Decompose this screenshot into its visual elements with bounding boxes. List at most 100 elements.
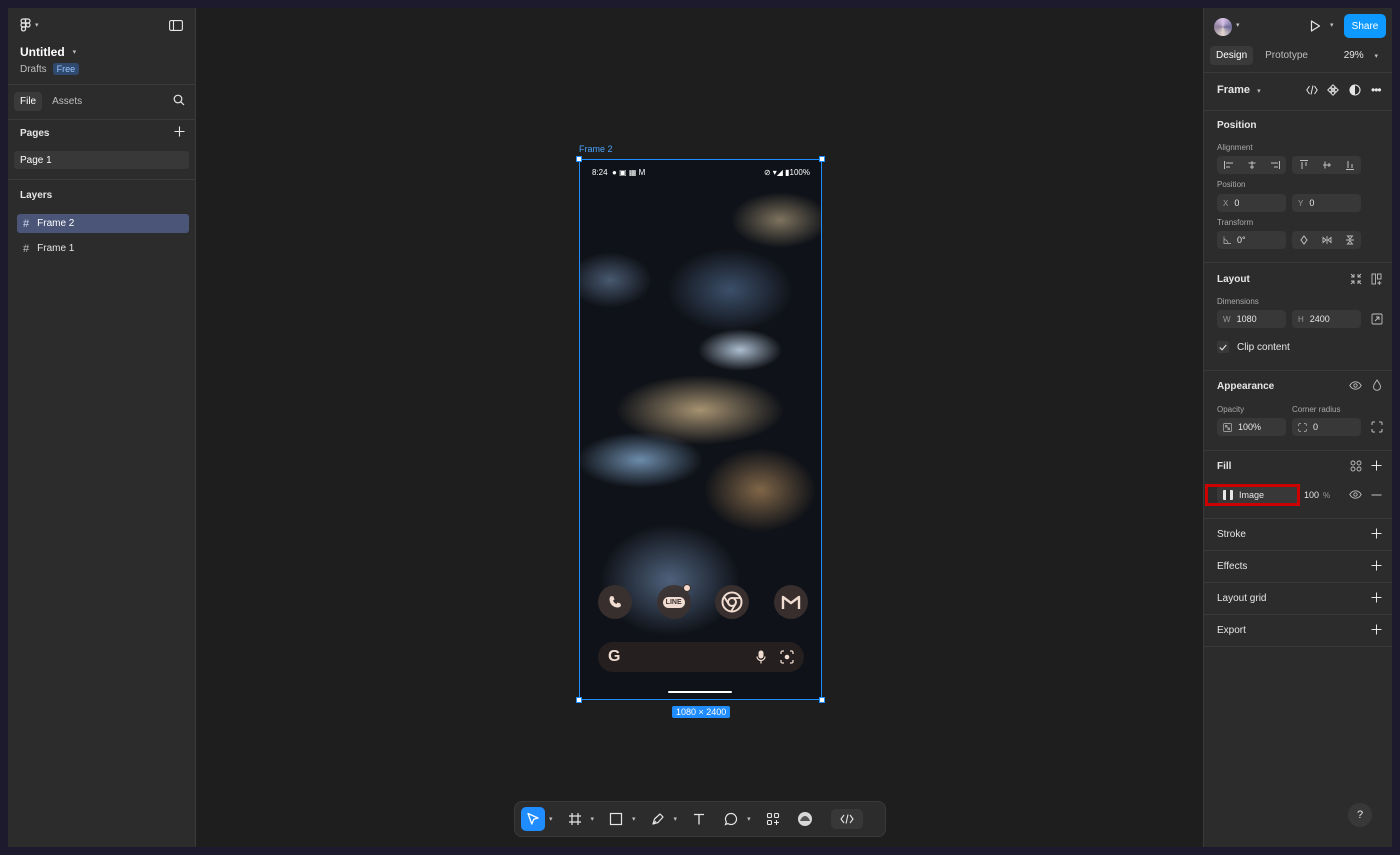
canvas[interactable]: Frame 2 8:24 ● ▣ ▦ M ⊘ ▾◢ ▮100% LINE G 1… [196,8,1203,847]
clip-content-checkbox[interactable]: Clip content [1217,341,1290,353]
frame-label[interactable]: Frame 2 [579,144,613,154]
resize-handle[interactable] [576,156,582,162]
resize-to-fit-icon[interactable] [1350,273,1362,285]
position-label: Position [1217,180,1246,189]
auto-layout-icon[interactable] [1371,273,1383,285]
corner-radius-input[interactable]: 0 [1292,418,1361,436]
google-logo-icon: G [608,648,621,665]
chevron-down-icon: ▾ [72,49,77,56]
move-tool-icon[interactable] [521,807,545,831]
page-item[interactable]: Page 1 [14,151,189,169]
align-center-horizontal-icon[interactable] [1240,156,1263,174]
effects-heading[interactable]: Effects [1217,561,1247,572]
layout-grid-heading[interactable]: Layout grid [1217,593,1266,604]
add-stroke-icon[interactable] [1371,528,1382,539]
blend-mode-icon[interactable] [1372,379,1382,391]
chrome-icon[interactable] [715,585,750,619]
styles-grid-icon[interactable] [1350,460,1362,472]
remove-fill-icon[interactable] [1371,494,1382,496]
add-export-icon[interactable] [1371,624,1382,635]
left-panel: ▾ Untitled ▾ Drafts Free File Assets Pag… [8,8,196,847]
frame-tool-icon[interactable] [563,807,587,831]
chevron-down-icon[interactable]: ▾ [632,815,636,823]
vertical-alignment-group [1292,156,1361,174]
chevron-down-icon[interactable]: ▾ [591,815,595,823]
chevron-down-icon[interactable]: ▾ [1236,21,1240,29]
phone-icon[interactable] [598,585,632,619]
add-effect-icon[interactable] [1371,560,1382,571]
zoom-menu[interactable]: 29% ▾ [1344,50,1378,61]
add-page-icon[interactable] [174,126,185,137]
plugin-avatar-icon[interactable] [793,807,817,831]
rotation-value: 0° [1237,235,1246,245]
gmail-icon[interactable] [773,585,808,619]
lens-camera-icon[interactable] [780,650,794,664]
resize-handle[interactable] [576,697,582,703]
layer-frame-1[interactable]: # Frame 1 [17,239,189,258]
eye-icon[interactable] [1349,381,1362,390]
left-tabs: File Assets [14,92,88,111]
height-input[interactable]: H 2400 [1292,310,1361,328]
chevron-down-icon[interactable]: ▾ [747,815,751,823]
constrain-proportions-icon[interactable] [1371,313,1383,325]
width-input[interactable]: W 1080 [1217,310,1286,328]
x-position-input[interactable]: X 0 [1217,194,1286,212]
y-position-input[interactable]: Y 0 [1292,194,1361,212]
align-center-vertical-icon[interactable] [1315,156,1338,174]
more-options-icon[interactable]: ••• [1371,83,1382,97]
selection-type-menu[interactable]: Frame ▾ [1217,84,1261,96]
dev-mode-toggle[interactable] [830,809,863,829]
resize-handle[interactable] [819,697,825,703]
component-icon[interactable] [1327,84,1339,96]
rotation-input[interactable]: 0° [1217,231,1286,249]
microphone-icon[interactable] [756,650,766,664]
chevron-down-icon[interactable]: ▾ [549,815,553,823]
tab-prototype[interactable]: Prototype [1259,46,1314,65]
flip-vertical-icon[interactable] [1338,231,1361,249]
google-search-bar[interactable]: G [598,642,804,672]
tab-assets[interactable]: Assets [46,92,88,111]
align-bottom-icon[interactable] [1338,156,1361,174]
layer-frame-2[interactable]: # Frame 2 [17,214,189,233]
add-layout-grid-icon[interactable] [1371,592,1382,603]
tab-file[interactable]: File [14,92,43,111]
present-play-icon[interactable] [1310,20,1321,32]
frame-2[interactable]: 8:24 ● ▣ ▦ M ⊘ ▾◢ ▮100% LINE G [579,159,822,700]
drafts-link[interactable]: Drafts [20,64,47,75]
fill-visibility-eye-icon[interactable] [1349,490,1362,499]
fill-opacity-input[interactable]: 100 % [1298,486,1336,504]
chevron-down-icon[interactable]: ▾ [674,815,678,823]
flip-horizontal-icon[interactable] [1315,231,1338,249]
add-fill-icon[interactable] [1371,460,1382,471]
main-menu-button[interactable]: ▾ [20,18,39,32]
actions-tool-icon[interactable] [761,807,785,831]
align-left-icon[interactable] [1217,156,1240,174]
independent-corners-icon[interactable] [1371,421,1383,433]
sidebar-toggle-icon[interactable] [169,20,183,31]
stroke-heading[interactable]: Stroke [1217,529,1246,540]
code-icon[interactable] [1306,85,1318,95]
mask-icon[interactable] [1349,84,1361,96]
opacity-label: Opacity [1217,405,1245,414]
text-tool-icon[interactable] [687,807,711,831]
line-app-icon[interactable]: LINE [656,584,691,619]
opacity-input[interactable]: 100% [1217,418,1286,436]
rotate-icon[interactable] [1292,231,1315,249]
search-icon[interactable] [173,94,185,106]
opacity-value: 100% [1238,422,1262,432]
comment-tool-icon[interactable] [719,807,743,831]
help-button[interactable]: ? [1348,803,1372,827]
file-title[interactable]: Untitled ▾ [20,45,76,59]
align-top-icon[interactable] [1292,156,1315,174]
plan-badge[interactable]: Free [52,63,80,75]
fill-opacity-value: 100 [1304,490,1320,500]
pen-tool-icon[interactable] [646,807,670,831]
share-button[interactable]: Share [1344,14,1386,38]
resize-handle[interactable] [819,156,825,162]
export-heading[interactable]: Export [1217,625,1246,636]
user-avatar[interactable] [1214,18,1232,36]
chevron-down-icon[interactable]: ▾ [1330,21,1334,29]
align-right-icon[interactable] [1263,156,1286,174]
tab-design[interactable]: Design [1210,46,1254,65]
rectangle-tool-icon[interactable] [604,807,628,831]
